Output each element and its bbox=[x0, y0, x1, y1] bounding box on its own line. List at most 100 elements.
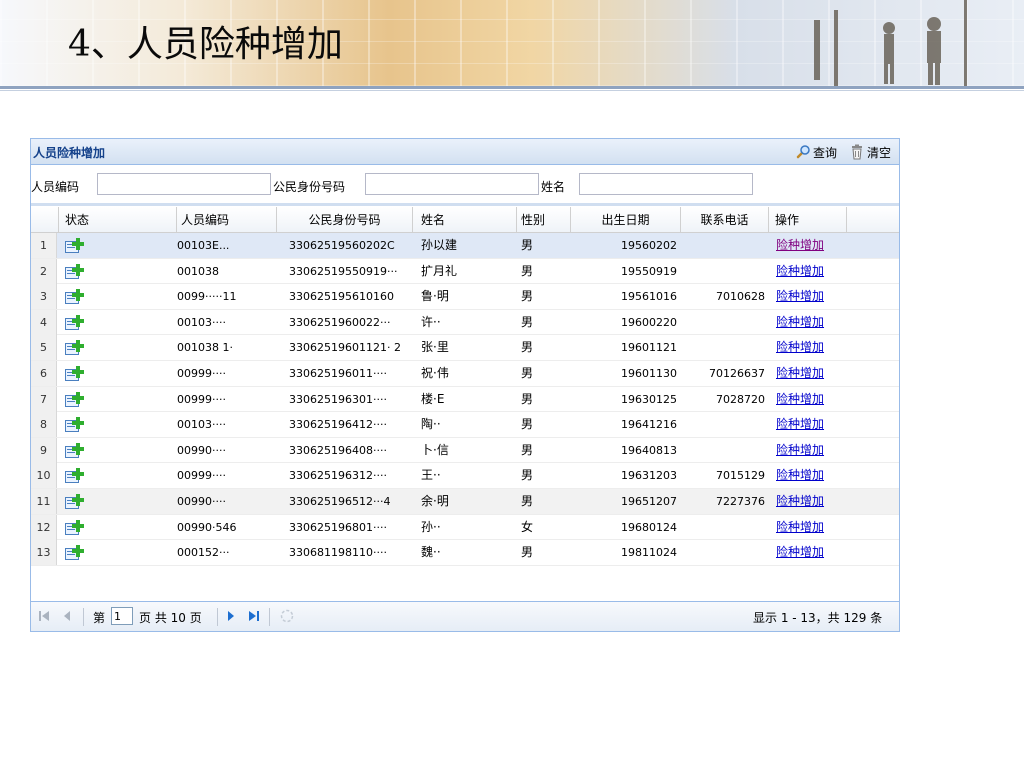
add-insurance-link[interactable]: 险种增加 bbox=[776, 361, 846, 386]
cell-status bbox=[59, 335, 175, 360]
table-row[interactable]: 4 00103···· 3306251960022··· 许·· 男 19600220 险种… bbox=[31, 309, 899, 336]
add-person-icon[interactable] bbox=[65, 442, 85, 459]
add-insurance-link[interactable]: 险种增加 bbox=[776, 438, 846, 463]
pager-separator bbox=[217, 608, 218, 626]
trash-icon bbox=[852, 144, 862, 160]
clear-button-label: 清空 bbox=[867, 145, 892, 160]
add-insurance-link[interactable]: 险种增加 bbox=[776, 310, 846, 335]
cell-status bbox=[59, 310, 175, 335]
header-operation[interactable]: 操作 bbox=[769, 207, 847, 233]
add-insurance-link[interactable]: 险种增加 bbox=[776, 412, 846, 437]
add-insurance-link[interactable]: 险种增加 bbox=[776, 233, 846, 258]
cell-sex: 男 bbox=[521, 442, 534, 457]
cell-birth-date: 19560202 bbox=[621, 239, 677, 252]
table-row[interactable]: 13 000152··· 330681198110···· 魏·· 男 19811024 险… bbox=[31, 540, 899, 566]
next-page-icon[interactable] bbox=[225, 608, 237, 624]
last-page-icon[interactable] bbox=[247, 608, 261, 624]
grid-body: 1 00103E... 33062519560202C 孙以建男 19560202 险种增… bbox=[31, 233, 899, 566]
people-figures-decoration bbox=[814, 0, 967, 86]
pager-separator bbox=[269, 608, 270, 626]
grid-header: 状态 人员编码 公民身份号码 姓名 性别 出生日期 联系电话 操作 bbox=[31, 207, 899, 233]
row-number: 12 bbox=[31, 514, 57, 540]
table-row[interactable]: 6 00999···· 330625196011···· 祝·伟 男 19601130 70… bbox=[31, 360, 899, 387]
prev-page-icon[interactable] bbox=[61, 608, 73, 624]
cell-phone bbox=[681, 310, 765, 335]
cell-name: 孙以建 bbox=[421, 238, 458, 252]
cell-name: 王·· bbox=[421, 468, 441, 483]
add-person-icon[interactable] bbox=[65, 365, 85, 382]
row-number: 2 bbox=[31, 258, 57, 284]
add-insurance-link[interactable]: 险种增加 bbox=[776, 259, 846, 284]
page-number-input[interactable] bbox=[111, 607, 133, 625]
cell-code: 00999···· bbox=[177, 366, 226, 380]
table-row[interactable]: 5 001038 1· 33062519601121· 2 张·里 男 19601121 险… bbox=[31, 335, 899, 361]
add-insurance-link[interactable]: 险种增加 bbox=[776, 540, 846, 565]
table-row[interactable]: 11 00990···· 330625196512···4 余·明 男 19651207 7… bbox=[31, 488, 899, 515]
header-sex[interactable]: 性别 bbox=[517, 207, 571, 233]
cell-code: 00103···· bbox=[177, 315, 226, 329]
code-label: 人员编码 bbox=[31, 180, 80, 194]
cell-name: 余·明 bbox=[421, 493, 449, 508]
add-person-icon[interactable] bbox=[65, 339, 85, 356]
add-person-icon[interactable] bbox=[65, 314, 85, 331]
add-insurance-link[interactable]: 险种增加 bbox=[776, 284, 846, 309]
cell-id-number: 330681198110···· bbox=[289, 546, 387, 560]
add-person-icon[interactable] bbox=[65, 467, 85, 484]
header-birth-date[interactable]: 出生日期 bbox=[571, 207, 681, 233]
cell-status bbox=[59, 233, 175, 258]
add-person-icon[interactable] bbox=[65, 288, 85, 305]
cell-sex: 男 bbox=[521, 468, 534, 483]
cell-status bbox=[59, 361, 175, 386]
header-phone[interactable]: 联系电话 bbox=[681, 207, 769, 233]
search-button[interactable]: 查询 bbox=[795, 143, 837, 161]
add-insurance-link[interactable]: 险种增加 bbox=[776, 515, 846, 540]
table-row[interactable]: 1 00103E... 33062519560202C 孙以建 男 19560202 险种增… bbox=[31, 233, 899, 259]
search-button-label: 查询 bbox=[813, 145, 838, 160]
header-code[interactable]: 人员编码 bbox=[177, 207, 277, 233]
header-id-number[interactable]: 公民身份号码 bbox=[277, 207, 413, 233]
id-number-input[interactable] bbox=[365, 173, 539, 195]
add-person-icon[interactable] bbox=[65, 416, 85, 433]
cell-birth-date: 19631203 bbox=[621, 469, 677, 483]
refresh-icon[interactable] bbox=[279, 608, 295, 624]
grid-top-rule bbox=[31, 203, 899, 206]
name-input[interactable] bbox=[579, 173, 753, 195]
cell-status bbox=[59, 489, 175, 514]
cell-phone: 7227376 bbox=[716, 494, 765, 508]
header-status[interactable]: 状态 bbox=[59, 207, 177, 233]
add-insurance-link[interactable]: 险种增加 bbox=[776, 387, 846, 412]
table-row[interactable]: 8 00103···· 330625196412···· 陶·· 男 19641216 险种… bbox=[31, 412, 899, 438]
add-person-icon[interactable] bbox=[65, 544, 85, 561]
header-name[interactable]: 姓名 bbox=[413, 207, 517, 233]
table-row[interactable]: 10 00999···· 330625196312···· 王·· 男 19631203 7… bbox=[31, 463, 899, 489]
cell-code: 00103···· bbox=[177, 418, 226, 432]
cell-status bbox=[59, 284, 175, 309]
add-person-icon[interactable] bbox=[65, 493, 85, 510]
row-number: 9 bbox=[31, 437, 57, 463]
cell-sex: 男 bbox=[521, 314, 534, 329]
row-number: 3 bbox=[31, 284, 57, 310]
cell-birth-date: 19601121 bbox=[621, 341, 677, 355]
add-insurance-link[interactable]: 险种增加 bbox=[776, 335, 846, 360]
code-input[interactable] bbox=[97, 173, 271, 195]
table-row[interactable]: 2 001038 33062519550919··· 扩月礼 男 19550919 险种增加 bbox=[31, 258, 899, 285]
table-row[interactable]: 12 00990·546 330625196801···· 孙·· 女 19680124 险… bbox=[31, 514, 899, 541]
cell-status bbox=[59, 540, 175, 565]
header-rownum bbox=[31, 207, 59, 233]
add-person-icon[interactable] bbox=[65, 237, 85, 254]
table-row[interactable]: 7 00999···· 330625196301···· 楼·E 男 19630125 70… bbox=[31, 386, 899, 413]
row-number: 8 bbox=[31, 412, 57, 438]
row-number: 13 bbox=[31, 540, 57, 566]
cell-code: 00999···· bbox=[177, 392, 226, 406]
add-person-icon[interactable] bbox=[65, 391, 85, 408]
first-page-icon[interactable] bbox=[37, 608, 51, 624]
add-insurance-link[interactable]: 险种增加 bbox=[776, 489, 846, 514]
cell-name: 魏·· bbox=[421, 545, 441, 560]
clear-button[interactable]: 清空 bbox=[849, 143, 891, 161]
row-number: 5 bbox=[31, 335, 57, 361]
add-insurance-link[interactable]: 险种增加 bbox=[776, 463, 846, 488]
add-person-icon[interactable] bbox=[65, 519, 85, 536]
add-person-icon[interactable] bbox=[65, 263, 85, 280]
table-row[interactable]: 3 0099·····11 330625195610160 鲁·明 男 19561016 7… bbox=[31, 284, 899, 310]
table-row[interactable]: 9 00990···· 330625196408···· 卜·信 男 19640813 险种… bbox=[31, 437, 899, 464]
